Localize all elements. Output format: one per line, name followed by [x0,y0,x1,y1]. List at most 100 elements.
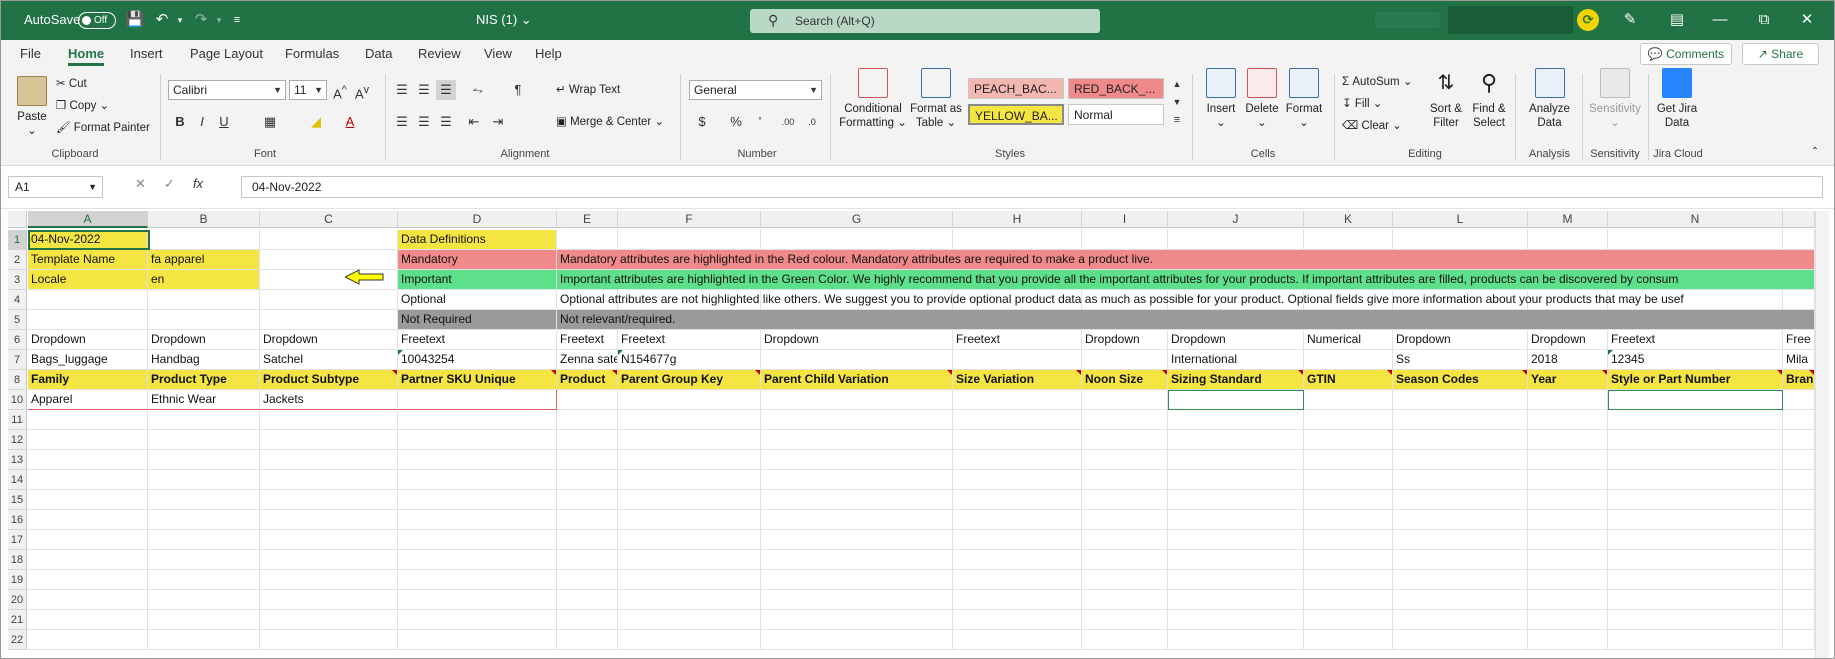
cell[interactable] [398,490,557,510]
ribbon-display-icon[interactable]: ▤ [1665,8,1689,32]
cell[interactable] [260,290,398,310]
cell[interactable] [1393,410,1528,430]
cell[interactable] [28,290,148,310]
cell[interactable] [28,610,148,630]
column-header[interactable]: E [557,211,618,228]
cell[interactable] [148,410,260,430]
cell[interactable] [557,410,618,430]
cell[interactable] [1608,590,1783,610]
cell[interactable] [1082,550,1168,570]
cell[interactable] [1783,230,1815,250]
cell[interactable] [148,290,260,310]
pen-icon[interactable]: ✎ [1618,8,1642,32]
cell[interactable] [1393,610,1528,630]
cell[interactable] [1304,510,1393,530]
cell[interactable] [1304,470,1393,490]
cell[interactable] [1304,530,1393,550]
cell[interactable] [1168,470,1304,490]
cell[interactable] [761,570,953,590]
row-header[interactable]: 19 [8,570,27,590]
cell[interactable] [148,610,260,630]
cell[interactable] [1608,490,1783,510]
cell[interactable] [1082,630,1168,650]
tab-page-layout[interactable]: Page Layout [190,40,263,68]
cell[interactable]: Style or Part Number [1608,370,1783,390]
collapse-ribbon-icon[interactable]: ⌃ [1805,142,1825,162]
percent-icon[interactable]: % [726,112,746,132]
styles-scroll-down-icon[interactable]: ▼ [1167,92,1187,112]
get-jira-data-button[interactable]: Get Jira Data [1652,68,1702,130]
cell[interactable] [953,610,1082,630]
cell[interactable] [28,530,148,550]
cell[interactable] [618,430,761,450]
restore-icon[interactable]: ⧉ [1752,8,1776,32]
cell[interactable]: Optional attributes are not highlighted … [557,290,1815,310]
cell[interactable] [1608,630,1783,650]
tab-file[interactable]: File [20,40,41,68]
cell[interactable] [260,590,398,610]
row-header[interactable]: 12 [8,430,27,450]
cell[interactable] [557,570,618,590]
row-header[interactable]: 20 [8,590,27,610]
paste-button[interactable]: Paste ⌄ [12,76,52,138]
fill-button[interactable]: ↧ Fill ⌄ [1342,96,1382,110]
decrease-font-icon[interactable]: Av [352,80,372,101]
tab-review[interactable]: Review [418,40,461,68]
customize-toolbar-icon[interactable]: ≡ [225,8,249,32]
row-header[interactable]: 6 [8,330,27,350]
styles-more-icon[interactable]: ≡ [1167,110,1187,130]
cell[interactable]: GTIN [1304,370,1393,390]
cell[interactable]: Size Variation [953,370,1082,390]
cell[interactable] [148,490,260,510]
delete-cells-button[interactable]: Delete ⌄ [1241,68,1283,130]
cell[interactable] [148,530,260,550]
cell[interactable] [618,510,761,530]
cell[interactable] [148,630,260,650]
cell[interactable] [557,390,618,410]
cell[interactable] [1783,610,1815,630]
cell[interactable]: Locale [28,270,148,290]
cell[interactable] [618,630,761,650]
cell[interactable] [618,550,761,570]
cell[interactable]: Freetext [557,330,618,350]
cell[interactable] [1168,550,1304,570]
formula-input[interactable]: 04-Nov-2022 [241,176,1823,198]
cell[interactable] [1304,450,1393,470]
enter-icon[interactable]: ✓ [164,176,175,191]
column-header[interactable]: M [1528,211,1608,228]
cell[interactable] [1608,550,1783,570]
cell[interactable] [953,350,1082,370]
cell[interactable] [761,510,953,530]
cell[interactable]: Important attributes are highlighted in … [557,270,1815,290]
cell[interactable] [398,390,557,410]
cell[interactable]: Dropdown [148,330,260,350]
cell[interactable]: N154677g [618,350,761,370]
column-header[interactable]: F [618,211,761,228]
cell[interactable]: 12345 [1608,350,1783,370]
increase-decimal-icon[interactable]: .00 [778,112,798,132]
cell[interactable]: Parent Child Variation [761,370,953,390]
analyze-data-button[interactable]: Analyze Data [1522,68,1577,130]
cell[interactable] [1393,510,1528,530]
cell[interactable] [148,470,260,490]
cell[interactable] [398,530,557,550]
cell[interactable] [1783,590,1815,610]
sensitivity-button[interactable]: Sensitivity ⌄ [1585,68,1645,130]
column-header[interactable]: D [398,211,557,228]
document-title[interactable]: NIS (1) ⌄ [476,0,532,40]
cell[interactable] [1393,430,1528,450]
cell[interactable] [1528,490,1608,510]
close-icon[interactable]: ✕ [1795,8,1819,32]
decrease-decimal-icon[interactable]: .0 [802,112,822,132]
cell[interactable]: Zenna sate [557,350,618,370]
cell[interactable]: Product [557,370,618,390]
cell[interactable] [398,470,557,490]
align-left-icon[interactable]: ☰ [392,112,412,132]
cell[interactable]: Family [28,370,148,390]
vertical-scrollbar[interactable] [1815,211,1829,659]
cell[interactable] [1783,630,1815,650]
align-top-icon[interactable]: ☰ [392,80,412,100]
cell[interactable] [260,470,398,490]
cell[interactable] [1528,630,1608,650]
cell[interactable] [260,410,398,430]
